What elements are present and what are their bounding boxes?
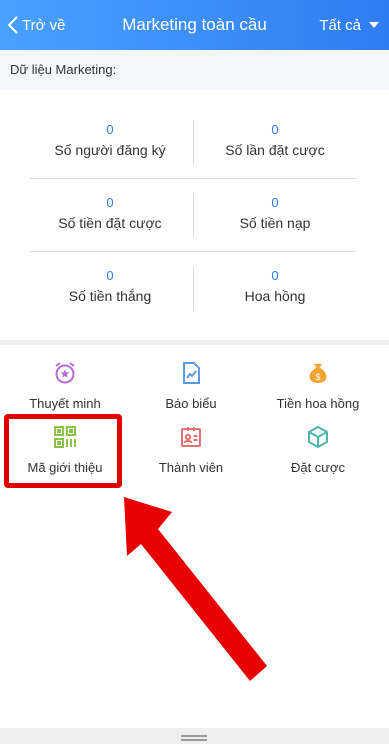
drag-handle-icon[interactable] xyxy=(181,735,207,737)
red-arrow-annotation xyxy=(124,497,267,681)
